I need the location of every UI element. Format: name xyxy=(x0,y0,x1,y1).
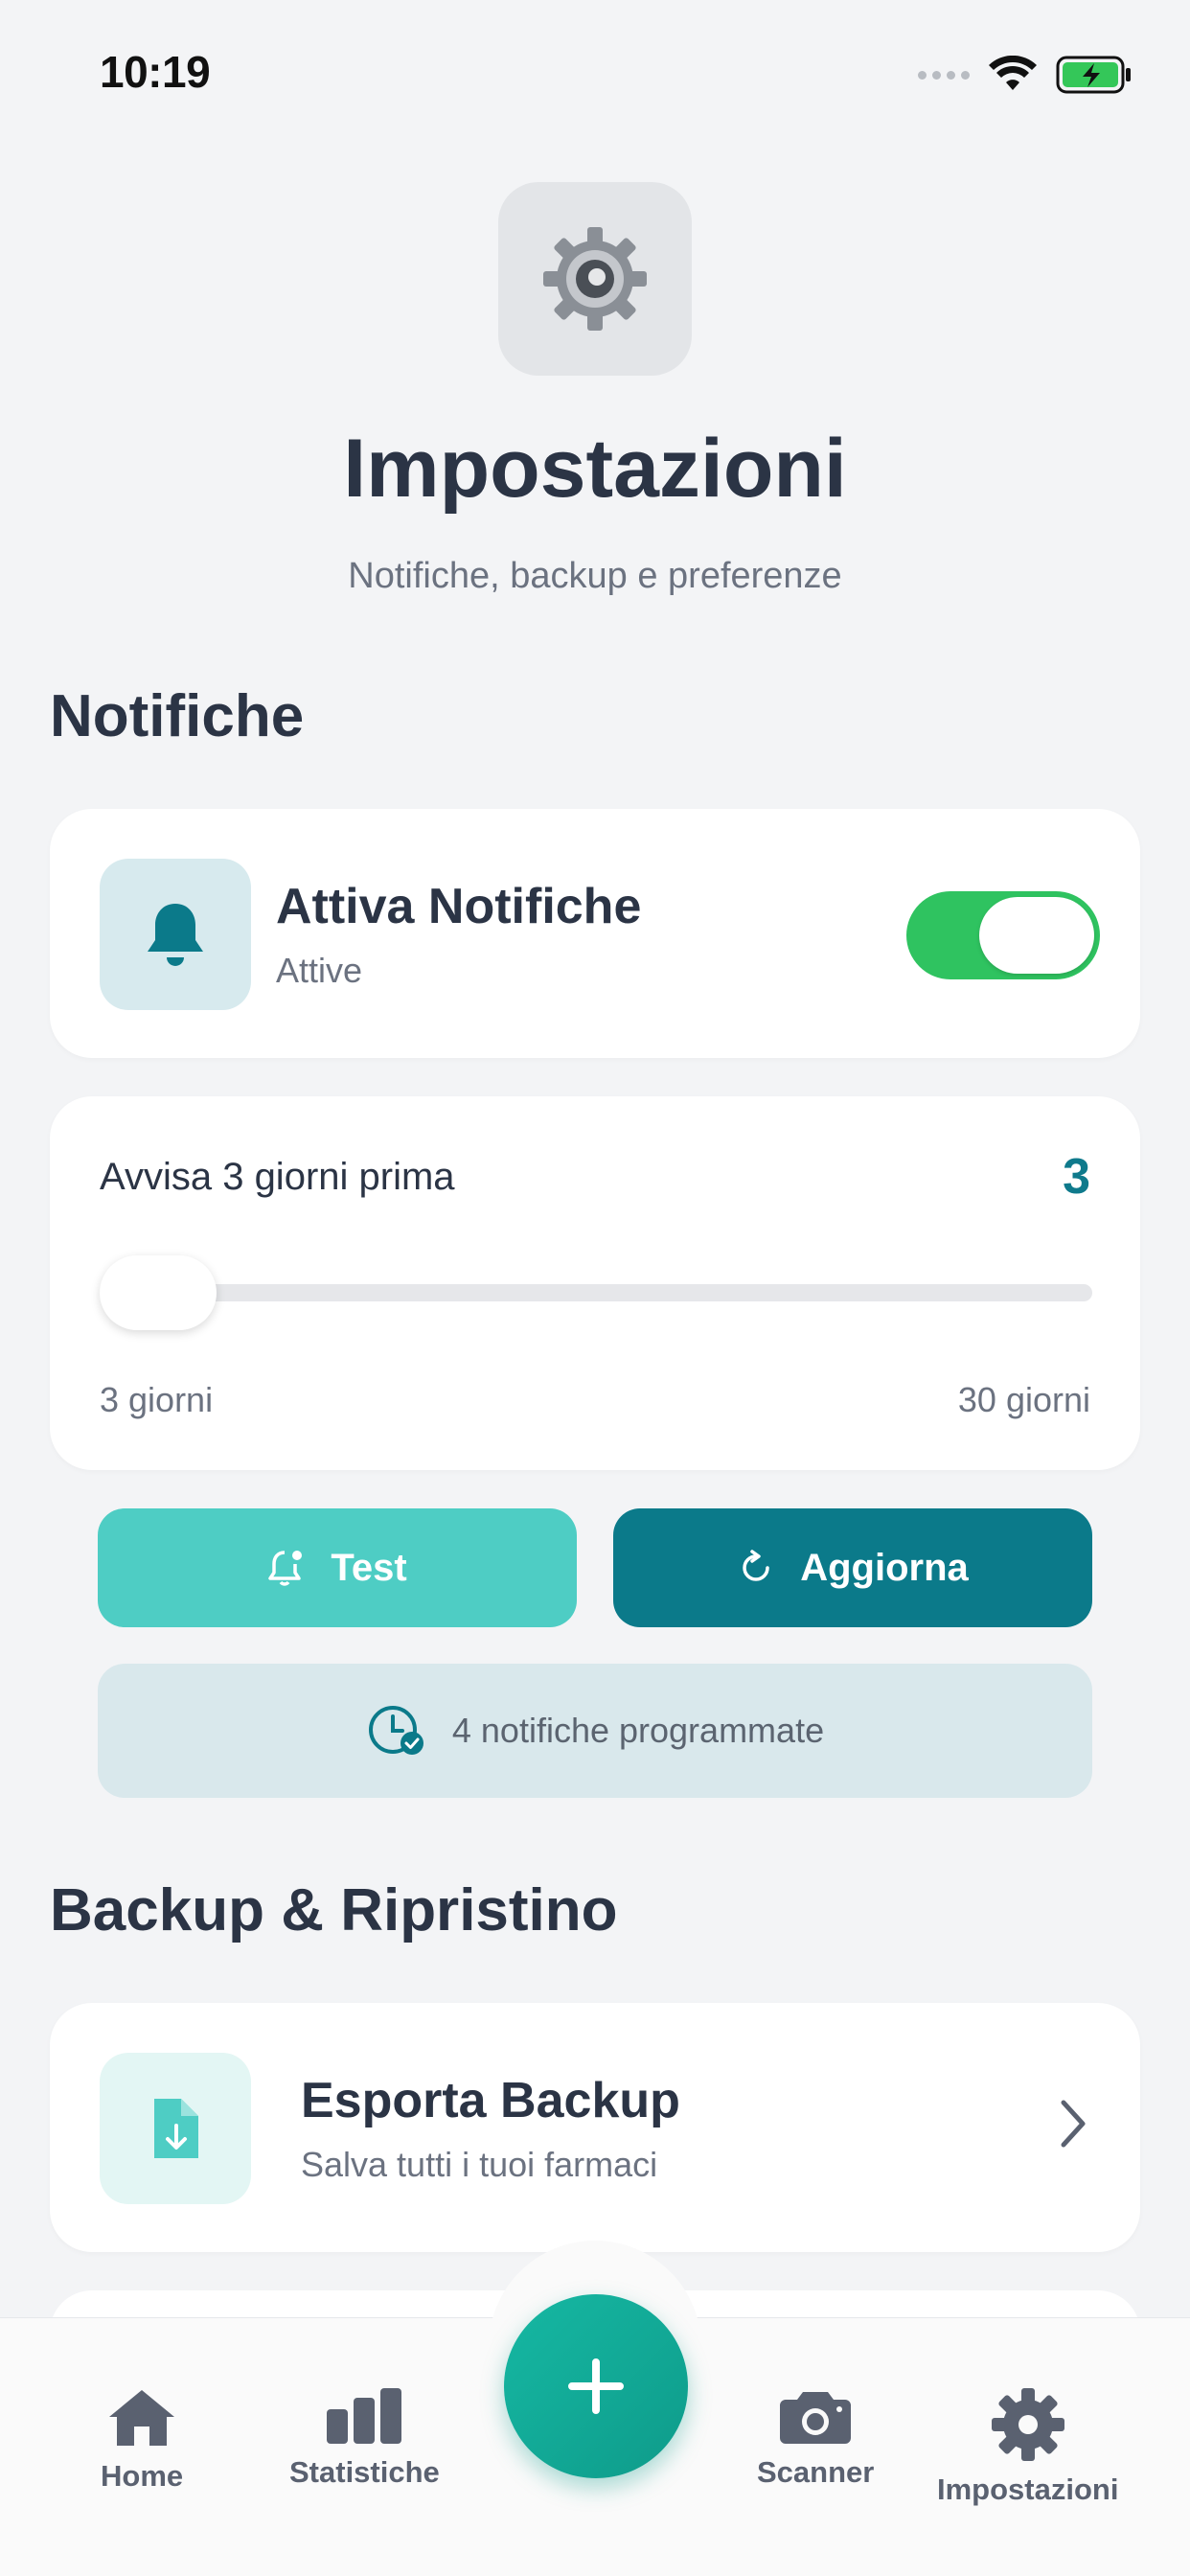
nav-label-settings: Impostazioni xyxy=(937,2472,1119,2506)
add-button[interactable] xyxy=(504,2294,688,2478)
reminder-label: Avvisa 3 giorni prima xyxy=(100,1156,455,1198)
plus-icon xyxy=(568,2358,624,2414)
bar-chart-icon xyxy=(327,2388,402,2444)
bell-alert-icon xyxy=(268,1551,303,1586)
reminder-value: 3 xyxy=(1063,1149,1090,1205)
nav-label-home: Home xyxy=(101,2459,184,2493)
export-backup-subtitle: Salva tutti i tuoi farmaci xyxy=(301,2145,658,2184)
file-download-icon xyxy=(154,2099,198,2158)
notifications-toggle[interactable] xyxy=(906,891,1100,979)
toggle-knob xyxy=(979,897,1094,974)
clock-check-icon xyxy=(368,1706,423,1755)
battery-charging-icon xyxy=(1056,56,1131,94)
gear-icon xyxy=(543,227,647,331)
gear-icon xyxy=(991,2388,1064,2461)
nav-item-statistics[interactable]: Statistiche xyxy=(289,2386,440,2490)
home-icon xyxy=(109,2390,175,2446)
scheduled-notifications-text: 4 notifiche programmate xyxy=(451,1711,825,1750)
refresh-icon xyxy=(743,1550,769,1581)
notifications-status: Attive xyxy=(276,951,363,990)
export-backup-row[interactable]: Esporta Backup Salva tutti i tuoi farmac… xyxy=(50,2003,1140,2252)
refresh-notifications-button[interactable]: Aggiorna xyxy=(613,1508,1092,1627)
wifi-icon xyxy=(989,56,1037,90)
section-title-notifications: Notifiche xyxy=(50,683,305,749)
nav-item-home[interactable]: Home xyxy=(101,2386,183,2494)
enable-notifications-title: Attiva Notifiche xyxy=(276,879,642,934)
reminder-slider-thumb[interactable] xyxy=(100,1255,217,1330)
scheduled-notifications-info: 4 notifiche programmate xyxy=(98,1664,1092,1798)
nav-label-scanner: Scanner xyxy=(757,2455,875,2489)
bell-icon-box xyxy=(100,859,251,1010)
enable-notifications-card: Attiva Notifiche Attive xyxy=(50,809,1140,1058)
nav-item-scanner[interactable]: Scanner xyxy=(757,2386,874,2490)
reminder-days-card: Avvisa 3 giorni prima 3 3 giorni 30 gior… xyxy=(50,1096,1140,1470)
file-download-icon-box xyxy=(100,2053,251,2204)
camera-icon xyxy=(780,2392,852,2444)
page-subtitle: Notifiche, backup e preferenze xyxy=(348,556,842,596)
slider-max-label: 30 giorni xyxy=(957,1380,1090,1419)
reminder-slider-track[interactable] xyxy=(100,1284,1092,1301)
section-title-backup: Backup & Ripristino xyxy=(50,1877,618,1944)
nav-item-settings[interactable]: Impostazioni xyxy=(937,2386,1118,2507)
bell-icon xyxy=(148,904,203,966)
status-time: 10:19 xyxy=(100,47,211,97)
chevron-right-icon xyxy=(1061,2100,1086,2148)
cellular-signal-icon xyxy=(918,70,970,80)
test-notification-button[interactable]: Test xyxy=(98,1508,577,1627)
settings-app-icon xyxy=(498,182,692,376)
slider-min-label: 3 giorni xyxy=(100,1380,214,1419)
status-indicators xyxy=(918,54,1138,96)
refresh-button-label: Aggiorna xyxy=(800,1546,969,1589)
nav-label-statistics: Statistiche xyxy=(289,2455,440,2489)
export-backup-title: Esporta Backup xyxy=(301,2073,680,2128)
page-title: Impostazioni xyxy=(343,423,847,515)
test-button-label: Test xyxy=(331,1546,407,1589)
